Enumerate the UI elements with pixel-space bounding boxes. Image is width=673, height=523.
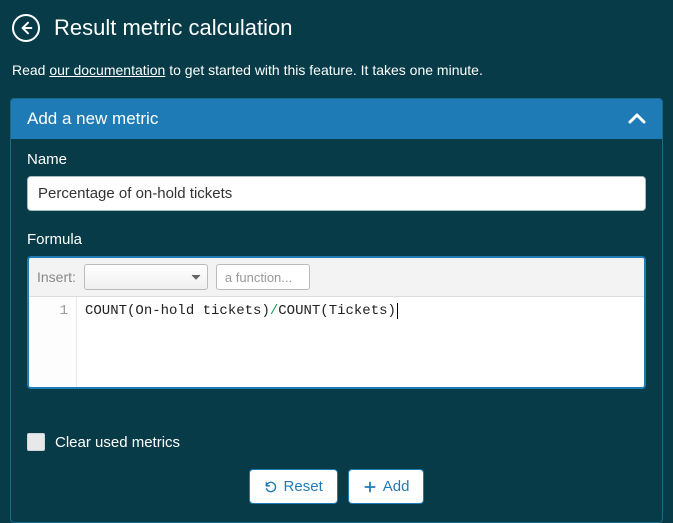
add-button[interactable]: Add [348, 469, 425, 504]
token-arg: On-hold tickets [135, 303, 261, 319]
formula-box: Insert: 1 COUNT(On-hold tickets)/COUNT(T… [27, 256, 646, 389]
intro-text: Read our documentation to get started wi… [10, 62, 663, 78]
function-input[interactable] [216, 264, 310, 290]
formula-label: Formula [27, 231, 646, 248]
token-operator: / [270, 303, 278, 319]
intro-suffix: to get started with this feature. It tak… [165, 62, 483, 78]
token-arg: Tickets [329, 303, 388, 319]
panel-header[interactable]: Add a new metric [11, 99, 662, 139]
token-paren: ( [320, 303, 328, 319]
arrow-left-icon [18, 20, 34, 36]
undo-icon [264, 480, 278, 494]
token-func: COUNT [278, 303, 320, 319]
token-paren: ) [388, 303, 396, 319]
text-cursor [397, 303, 398, 319]
clear-metrics-checkbox[interactable] [27, 433, 45, 451]
plus-icon [363, 480, 377, 494]
add-metric-panel: Add a new metric Name Formula Insert: [10, 98, 663, 523]
clear-metrics-label: Clear used metrics [55, 434, 180, 451]
line-gutter: 1 [29, 297, 77, 387]
chevron-up-icon [628, 113, 646, 125]
code-content[interactable]: COUNT(On-hold tickets)/COUNT(Tickets) [77, 297, 644, 387]
token-paren: ) [261, 303, 269, 319]
chevron-down-icon [191, 274, 201, 280]
page-title: Result metric calculation [54, 15, 292, 41]
name-label: Name [27, 151, 646, 168]
reset-label: Reset [284, 478, 323, 495]
token-func: COUNT [85, 303, 127, 319]
line-number: 1 [29, 303, 68, 319]
documentation-link[interactable]: our documentation [49, 62, 165, 78]
code-editor[interactable]: 1 COUNT(On-hold tickets)/COUNT(Tickets) [29, 297, 644, 387]
back-button[interactable] [12, 14, 40, 42]
reset-button[interactable]: Reset [249, 469, 338, 504]
insert-label: Insert: [37, 269, 76, 285]
intro-prefix: Read [12, 62, 49, 78]
add-label: Add [383, 478, 410, 495]
insert-dropdown[interactable] [84, 264, 208, 290]
panel-title: Add a new metric [27, 109, 158, 129]
formula-toolbar: Insert: [29, 258, 644, 297]
name-input[interactable] [27, 176, 646, 211]
